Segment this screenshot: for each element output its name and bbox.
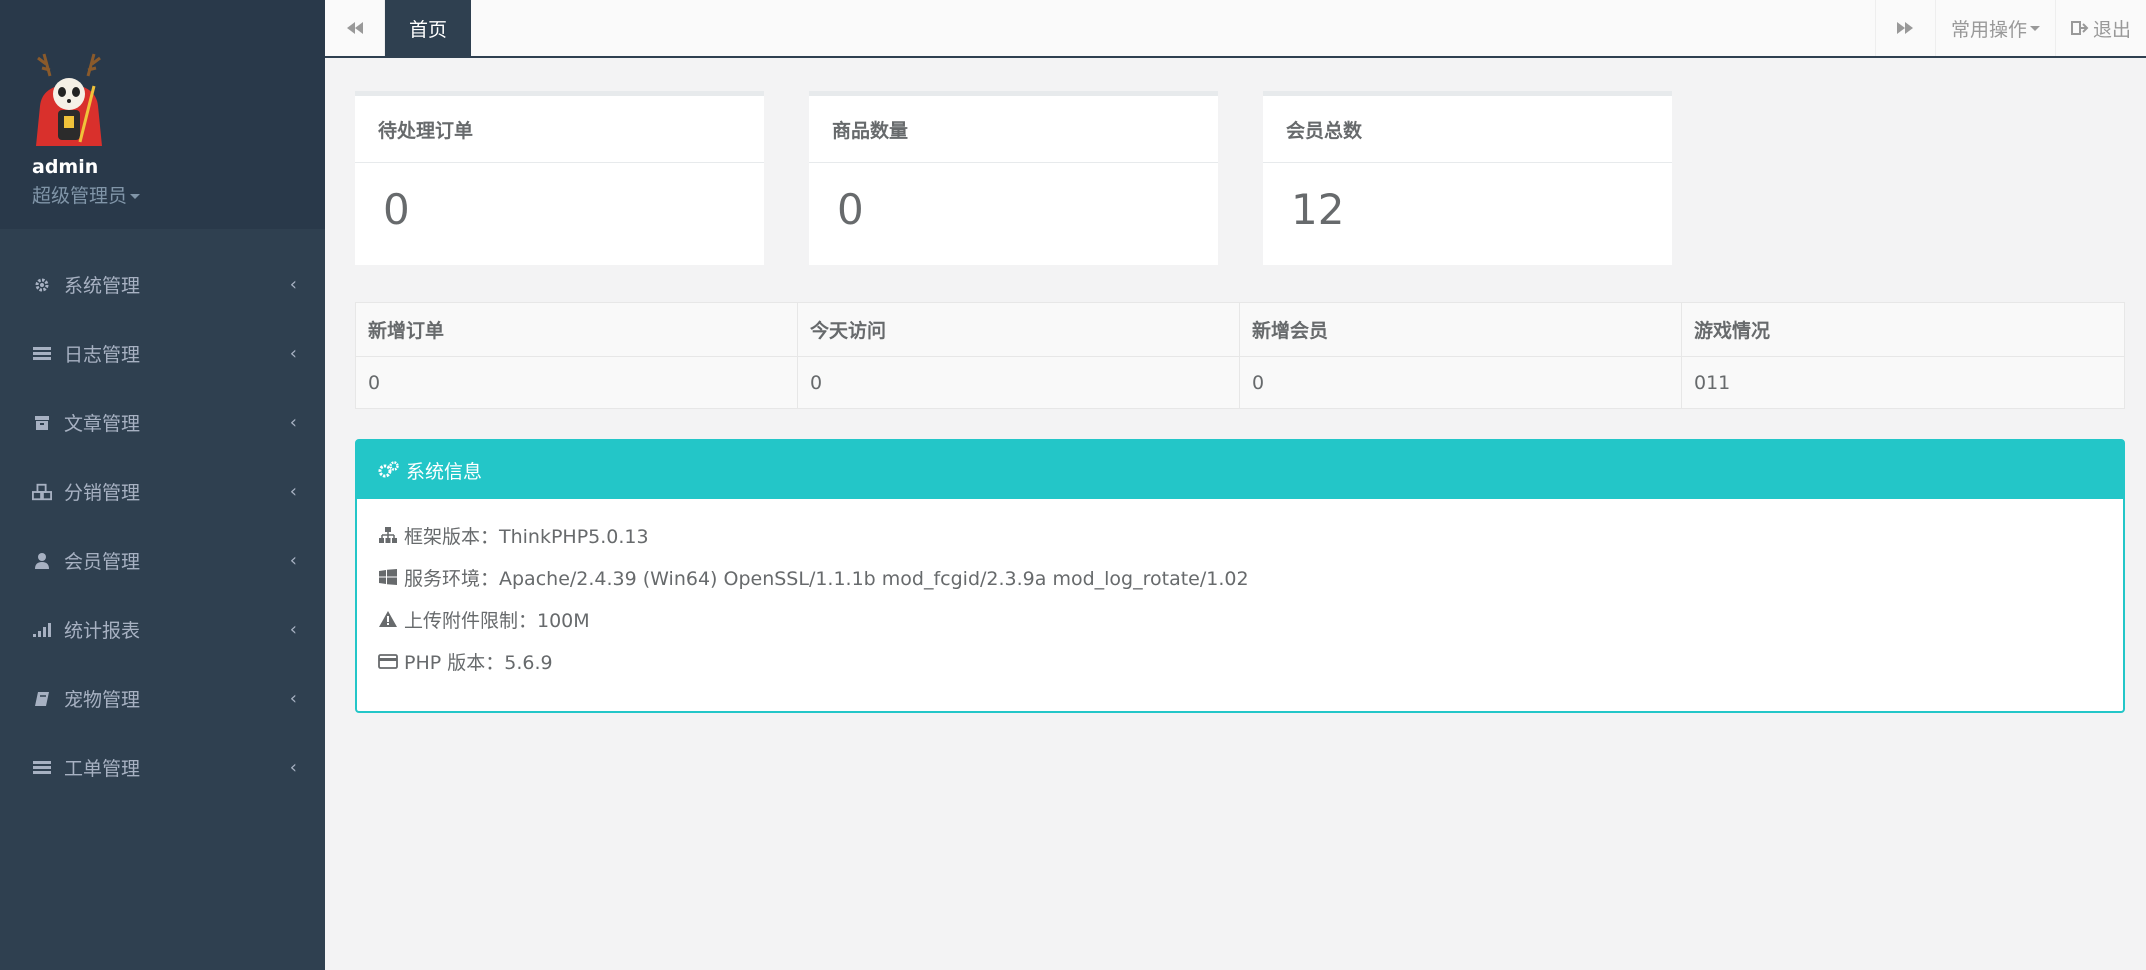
- chevron-left-icon: ‹: [289, 343, 297, 364]
- sys-line-text: 服务环境：Apache/2.4.39 (Win64) OpenSSL/1.1.1…: [404, 567, 1249, 590]
- sidebar-item-distribution[interactable]: 分销管理 ‹: [0, 457, 325, 526]
- profile-panel: admin 超级管理员: [0, 0, 325, 229]
- profile-role-label: 超级管理员: [32, 185, 128, 207]
- table-row: 0 0 0 011: [355, 356, 2125, 409]
- upload-limit: 上传附件限制：100M: [378, 598, 2123, 640]
- common-ops-label: 常用操作: [1950, 18, 2027, 41]
- table-header: 今天访问: [797, 302, 1240, 357]
- sidebar-item-articles[interactable]: 文章管理 ‹: [0, 388, 325, 457]
- sidebar-nav: 系统管理 ‹ 日志管理 ‹ 文章管理 ‹ 分销管理 ‹ 会员管理 ‹ 统计报表 …: [0, 250, 325, 802]
- table-cell: 0: [1239, 356, 1682, 409]
- gear-icon: [32, 276, 52, 294]
- sidebar-item-label: 分销管理: [64, 482, 141, 504]
- system-info-header: 系统信息: [357, 441, 2123, 499]
- stat-panel-member-total: 会员总数 12: [1263, 91, 1672, 265]
- system-info-panel: 系统信息 框架版本：ThinkPHP5.0.13 服务环境：Apache/2.4…: [355, 439, 2125, 713]
- sys-line-text: 上传附件限制：100M: [404, 609, 590, 632]
- tab-scroll-left-button[interactable]: [325, 0, 385, 56]
- framework-version: 框架版本：ThinkPHP5.0.13: [378, 514, 2123, 556]
- cubes-icon: [32, 483, 52, 501]
- table-cell: 011: [1681, 356, 2125, 409]
- stat-title: 会员总数: [1263, 96, 1672, 163]
- sidebar-item-members[interactable]: 会员管理 ‹: [0, 526, 325, 595]
- table-header: 新增订单: [355, 302, 798, 357]
- chevron-left-icon: ‹: [289, 688, 297, 709]
- caret-down-icon: [2029, 25, 2040, 31]
- sidebar: admin 超级管理员 系统管理 ‹ 日志管理 ‹ 文章管理 ‹ 分销管理 ‹ …: [0, 0, 325, 970]
- sign-out-icon: [2070, 21, 2089, 35]
- credit-card-icon: [378, 651, 398, 671]
- stat-panel-pending-orders: 待处理订单 0: [355, 91, 764, 265]
- profile-role-dropdown[interactable]: 超级管理员: [32, 181, 325, 208]
- system-info-title: 系统信息: [406, 460, 483, 483]
- chevron-left-icon: ‹: [289, 412, 297, 433]
- sidebar-item-pets[interactable]: 宠物管理 ‹: [0, 664, 325, 733]
- signal-icon: [32, 621, 52, 639]
- table-header-row: 新增订单 今天访问 新增会员 游戏情况: [355, 302, 2125, 357]
- sys-line-text: 框架版本：ThinkPHP5.0.13: [404, 525, 649, 548]
- list-icon: [32, 759, 52, 777]
- tab-home[interactable]: 首页: [385, 0, 472, 56]
- archive-icon: [32, 414, 52, 432]
- gears-icon: [378, 461, 399, 478]
- sidebar-item-label: 会员管理: [64, 551, 141, 573]
- chevron-left-icon: ‹: [289, 619, 297, 640]
- sitemap-icon: [378, 525, 398, 545]
- forward-icon: [1897, 22, 1914, 34]
- summary-table: 新增订单 今天访问 新增会员 游戏情况 0 0 0 011: [355, 302, 2125, 409]
- common-ops-dropdown[interactable]: 常用操作: [1934, 0, 2055, 56]
- sidebar-item-label: 日志管理: [64, 344, 141, 366]
- chevron-left-icon: ‹: [289, 274, 297, 295]
- logout-button[interactable]: 退出: [2054, 0, 2146, 56]
- stat-value: 12: [1291, 185, 1345, 234]
- caret-down-icon: [130, 194, 141, 199]
- chevron-left-icon: ‹: [289, 550, 297, 571]
- chevron-left-icon: ‹: [289, 481, 297, 502]
- sys-line-text: PHP 版本：5.6.9: [404, 651, 553, 674]
- avatar[interactable]: [32, 46, 106, 148]
- table-cell: 0: [355, 356, 798, 409]
- stat-title: 待处理订单: [355, 96, 764, 163]
- stat-value: 0: [837, 185, 864, 234]
- book-icon: [32, 690, 52, 708]
- tab-scroll-right-button[interactable]: [1874, 0, 1935, 56]
- stat-title: 商品数量: [809, 96, 1218, 163]
- tab-bar: 首页 常用操作 退出: [325, 0, 2146, 58]
- sidebar-item-label: 文章管理: [64, 413, 141, 435]
- sidebar-item-label: 统计报表: [64, 620, 141, 642]
- profile-name: admin: [32, 156, 99, 178]
- chevron-left-icon: ‹: [289, 757, 297, 778]
- sidebar-item-label: 宠物管理: [64, 689, 141, 711]
- sidebar-item-tickets[interactable]: 工单管理 ‹: [0, 733, 325, 802]
- system-info-body: 框架版本：ThinkPHP5.0.13 服务环境：Apache/2.4.39 (…: [357, 499, 2123, 682]
- sidebar-item-system[interactable]: 系统管理 ‹: [0, 250, 325, 319]
- backward-icon: [346, 22, 363, 34]
- table-cell: 0: [797, 356, 1240, 409]
- warning-icon: [378, 609, 398, 629]
- sidebar-item-logs[interactable]: 日志管理 ‹: [0, 319, 325, 388]
- tab-strip: [471, 0, 1875, 56]
- php-version: PHP 版本：5.6.9: [378, 640, 2123, 682]
- sidebar-item-label: 系统管理: [64, 275, 141, 297]
- sidebar-item-reports[interactable]: 统计报表 ‹: [0, 595, 325, 664]
- table-header: 新增会员: [1239, 302, 1682, 357]
- user-icon: [32, 552, 52, 570]
- list-icon: [32, 345, 52, 363]
- table-header: 游戏情况: [1681, 302, 2125, 357]
- stat-value: 0: [383, 185, 410, 234]
- windows-icon: [378, 567, 398, 587]
- server-environment: 服务环境：Apache/2.4.39 (Win64) OpenSSL/1.1.1…: [378, 556, 2123, 598]
- logout-label: 退出: [2092, 18, 2131, 41]
- sidebar-item-label: 工单管理: [64, 758, 141, 780]
- stat-panel-product-count: 商品数量 0: [809, 91, 1218, 265]
